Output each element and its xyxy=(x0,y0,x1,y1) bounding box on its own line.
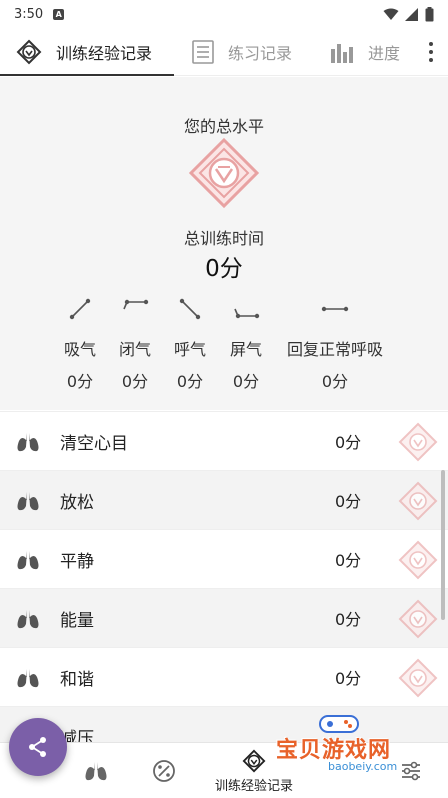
share-icon xyxy=(29,737,46,757)
wifi-icon xyxy=(383,8,399,20)
phase-value: 0分 xyxy=(66,372,94,391)
level-medal-icon xyxy=(188,137,260,209)
exercise-minutes: 0分 xyxy=(335,433,362,452)
inhale-icon xyxy=(58,295,102,323)
list-item[interactable]: 能量 0分 xyxy=(0,588,448,647)
exercise-minutes: 0分 xyxy=(335,669,362,688)
watermark: 宝贝游戏网 baobeiy.com xyxy=(272,712,448,776)
phase-label: 吸气 xyxy=(63,340,96,359)
phase-label: 屏气 xyxy=(229,340,262,359)
overflow-menu-icon[interactable] xyxy=(428,42,434,62)
exhale-icon xyxy=(168,295,212,323)
phase-value: 0分 xyxy=(232,372,260,391)
phase-exhale: 呼气 0分 xyxy=(168,295,212,392)
phase-value: 0分 xyxy=(176,372,204,391)
nav-exercises[interactable] xyxy=(72,743,120,798)
exercise-name: 清空心目 xyxy=(60,433,128,454)
tab-label: 训练经验记录 xyxy=(56,43,153,63)
battery-icon xyxy=(425,6,434,21)
exercise-name: 和谐 xyxy=(60,669,94,690)
medal-icon xyxy=(398,599,438,639)
list-item[interactable]: 平静 0分 xyxy=(0,529,448,588)
share-button[interactable] xyxy=(9,718,67,776)
status-bar: 3:50 A xyxy=(0,0,448,28)
medal-icon xyxy=(398,658,438,698)
top-tab-bar: 训练经验记录 练习记录 进度 xyxy=(0,28,448,76)
phase-value: 0分 xyxy=(121,372,149,391)
list-item[interactable]: 和谐 0分 xyxy=(0,647,448,706)
medal-icon xyxy=(242,749,266,772)
level-label: 您的总水平 xyxy=(183,117,264,136)
signal-icon xyxy=(405,7,418,21)
percent-icon xyxy=(153,760,175,782)
medal-icon xyxy=(16,39,42,65)
lungs-icon xyxy=(85,762,107,781)
list-item[interactable]: 放松 0分 xyxy=(0,470,448,529)
tab-practice-records[interactable]: 练习记录 xyxy=(174,28,320,76)
lungs-icon xyxy=(17,492,39,511)
nav-label: 训练经验记录 xyxy=(214,778,293,794)
tab-label: 进度 xyxy=(368,43,401,63)
list-item[interactable]: 清空心目 0分 xyxy=(0,411,448,470)
phase-label: 闭气 xyxy=(118,340,151,359)
tab-label: 练习记录 xyxy=(228,43,293,63)
tab-progress[interactable]: 进度 xyxy=(320,28,420,76)
exercise-minutes: 0分 xyxy=(335,610,362,629)
lungs-icon xyxy=(17,610,39,629)
tab-training-records[interactable]: 训练经验记录 xyxy=(0,28,174,76)
scrollbar[interactable] xyxy=(441,470,445,620)
exercise-name: 放松 xyxy=(60,492,94,513)
phase-label: 呼气 xyxy=(173,340,206,359)
phase-recover: 回复正常呼吸 0分 xyxy=(281,295,389,392)
hold-after-icon xyxy=(224,295,268,323)
total-time-label: 总训练时间 xyxy=(183,229,264,248)
exercise-name: 能量 xyxy=(60,610,94,631)
lungs-icon xyxy=(17,433,39,452)
summary-panel: 您的总水平 总训练时间 0分 吸气 0分 闭气 0分 呼气 0分 屏气 0分 回… xyxy=(0,77,448,410)
bar-chart-icon xyxy=(330,41,354,63)
exercise-name: 平静 xyxy=(60,551,94,572)
status-time: 3:50 xyxy=(14,6,44,22)
phase-hold-after: 屏气 0分 xyxy=(224,295,268,392)
medal-icon xyxy=(398,422,438,462)
exercise-minutes: 0分 xyxy=(335,551,362,570)
lungs-icon xyxy=(17,669,39,688)
watermark-url: baobeiy.com xyxy=(326,760,400,773)
hold-icon xyxy=(113,295,157,323)
recover-icon xyxy=(281,295,389,323)
notification-icon: A xyxy=(53,8,65,20)
medal-icon xyxy=(398,481,438,521)
exercise-minutes: 0分 xyxy=(335,492,362,511)
list-icon xyxy=(192,39,214,64)
medal-icon xyxy=(398,540,438,580)
phase-hold: 闭气 0分 xyxy=(113,295,157,392)
total-time-value: 0分 xyxy=(205,256,243,282)
phase-value: 0分 xyxy=(321,372,349,391)
lungs-icon xyxy=(17,551,39,570)
phase-inhale: 吸气 0分 xyxy=(58,295,102,392)
phase-label: 回复正常呼吸 xyxy=(286,340,383,359)
nav-statistics[interactable] xyxy=(140,743,188,798)
